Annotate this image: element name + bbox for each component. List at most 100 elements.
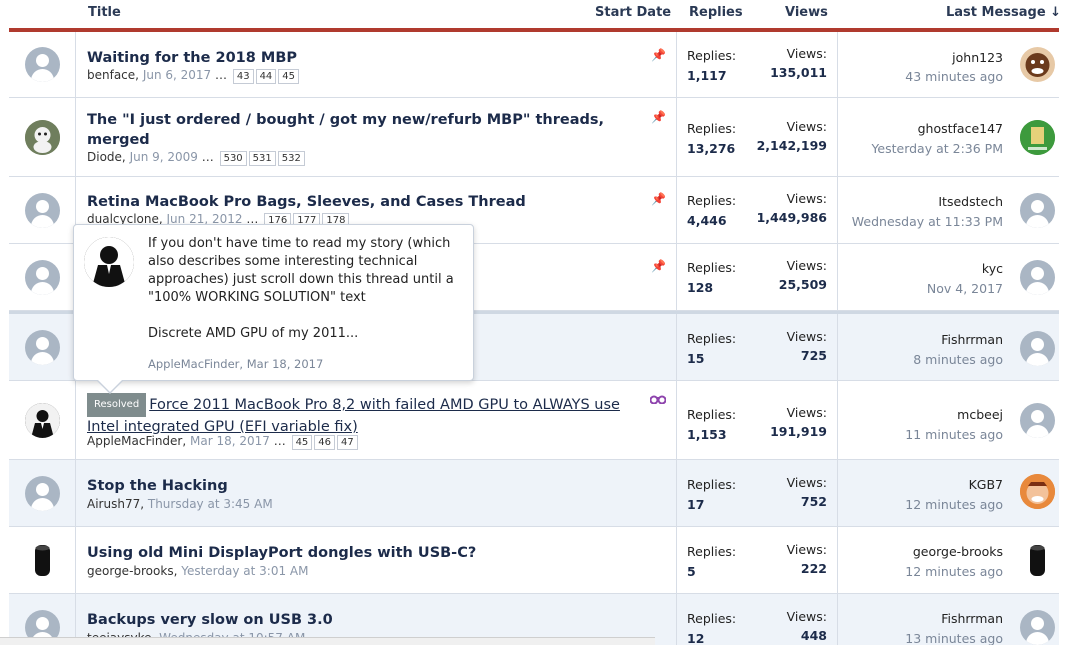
column-title-header[interactable]: Title: [88, 5, 121, 20]
replies-label: Replies:: [687, 121, 737, 136]
thread-preview-tooltip: If you don't have time to read my story …: [73, 224, 474, 381]
binoculars-icon[interactable]: [649, 393, 667, 407]
last-poster-avatar[interactable]: [1020, 543, 1055, 578]
replies-label: Replies:: [687, 477, 737, 492]
replies-count: 1,117: [687, 68, 727, 83]
avatar[interactable]: [25, 47, 60, 82]
thread-title[interactable]: Backups very slow on USB 3.0: [87, 610, 333, 630]
avatar[interactable]: [25, 330, 60, 365]
last-poster-avatar[interactable]: [1020, 474, 1055, 509]
thread-title-link[interactable]: Force 2011 MacBook Pro 8,2 with failed A…: [87, 397, 620, 435]
thread-date[interactable]: Thursday at 3:45 AM: [148, 497, 273, 511]
last-poster-avatar[interactable]: [1020, 403, 1055, 438]
thread-title[interactable]: Retina MacBook Pro Bags, Sleeves, and Ca…: [87, 192, 526, 212]
column-last-message-header[interactable]: Last Message ↓: [946, 5, 1061, 20]
last-post-time[interactable]: 8 minutes ago: [913, 352, 1003, 367]
thread-title[interactable]: Waiting for the 2018 MBP: [87, 48, 297, 68]
thread-date[interactable]: Mar 18, 2017: [190, 434, 270, 448]
thread-date[interactable]: Yesterday at 3:01 AM: [181, 564, 308, 578]
views-label: Views:: [786, 191, 827, 206]
views-label: Views:: [786, 475, 827, 490]
thread-date[interactable]: Jun 9, 2009: [130, 150, 198, 164]
thread-title[interactable]: Using old Mini DisplayPort dongles with …: [87, 543, 476, 563]
thread-meta: george-brooks, Yesterday at 3:01 AM: [87, 564, 309, 578]
last-post-time[interactable]: Yesterday at 2:36 PM: [871, 141, 1003, 156]
last-post-time[interactable]: 12 minutes ago: [905, 564, 1003, 579]
thread-author[interactable]: benface: [87, 68, 135, 82]
tooltip-arrow: [96, 379, 124, 394]
last-poster[interactable]: ghostface147: [918, 121, 1003, 136]
replies-label: Replies:: [687, 331, 737, 346]
thread-meta: benface, Jun 6, 2017 … 43 44 45: [87, 68, 300, 84]
page-link[interactable]: 45: [278, 69, 300, 84]
page-link[interactable]: 531: [248, 151, 276, 166]
thread-author[interactable]: george-brooks: [87, 564, 174, 578]
replies-label: Replies:: [687, 193, 737, 208]
column-start-date-header[interactable]: Start Date: [595, 5, 671, 20]
replies-count: 4,446: [687, 213, 727, 228]
column-views-header[interactable]: Views: [785, 5, 828, 20]
last-poster-avatar[interactable]: [1020, 47, 1055, 82]
thread-row: Using old Mini DisplayPort dongles with …: [9, 527, 1059, 594]
replies-count: 1,153: [687, 427, 727, 442]
thread-author[interactable]: AppleMacFinder: [87, 434, 182, 448]
last-poster[interactable]: KGB7: [969, 477, 1003, 492]
preview-author-avatar: [84, 237, 134, 287]
page-link[interactable]: 45: [291, 435, 313, 450]
browser-status-bar: [0, 637, 655, 645]
page-link[interactable]: 47: [337, 435, 358, 450]
last-post-time[interactable]: 12 minutes ago: [905, 497, 1003, 512]
thread-row: The "I just ordered / bought / got my ne…: [9, 98, 1059, 177]
last-poster-avatar[interactable]: [1020, 331, 1055, 366]
last-poster[interactable]: Fishrrman: [941, 611, 1003, 626]
last-poster-avatar[interactable]: [1020, 193, 1055, 228]
thread-title[interactable]: Stop the Hacking: [87, 476, 228, 496]
last-poster[interactable]: Fishrrman: [941, 332, 1003, 347]
page-link[interactable]: 532: [277, 151, 305, 166]
views-label: Views:: [786, 258, 827, 273]
thread-date[interactable]: Jun 6, 2017: [143, 68, 211, 82]
views-count: 191,919: [770, 424, 827, 439]
views-label: Views:: [786, 405, 827, 420]
last-post-time[interactable]: Nov 4, 2017: [927, 281, 1003, 296]
thread-title[interactable]: The "I just ordered / bought / got my ne…: [87, 110, 627, 150]
avatar[interactable]: [25, 120, 60, 155]
last-post-time[interactable]: 11 minutes ago: [905, 427, 1003, 442]
last-poster-avatar[interactable]: [1020, 610, 1055, 645]
last-post-time[interactable]: 13 minutes ago: [905, 631, 1003, 645]
last-poster-avatar[interactable]: [1020, 260, 1055, 295]
last-poster[interactable]: john123: [952, 50, 1003, 65]
column-replies-header[interactable]: Replies: [689, 5, 743, 20]
replies-count: 15: [687, 351, 705, 366]
replies-label: Replies:: [687, 407, 737, 422]
thread-title[interactable]: Resolved Force 2011 MacBook Pro 8,2 with …: [87, 393, 627, 437]
views-count: 2,142,199: [756, 138, 827, 153]
thread-author[interactable]: Airush77: [87, 497, 140, 511]
page-link[interactable]: 46: [314, 435, 336, 450]
resolved-prefix[interactable]: Resolved: [87, 393, 147, 417]
page-link[interactable]: 44: [255, 69, 277, 84]
avatar[interactable]: [25, 260, 60, 295]
views-count: 135,011: [770, 65, 827, 80]
last-poster[interactable]: kyc: [982, 261, 1003, 276]
views-label: Views:: [786, 46, 827, 61]
views-count: 222: [800, 561, 827, 576]
thread-author[interactable]: Diode: [87, 150, 122, 164]
last-poster-avatar[interactable]: [1020, 120, 1055, 155]
last-post-time[interactable]: 43 minutes ago: [905, 69, 1003, 84]
avatar[interactable]: [25, 403, 60, 438]
avatar[interactable]: [25, 193, 60, 228]
replies-count: 5: [687, 564, 696, 579]
avatar[interactable]: [25, 476, 60, 511]
thread-meta: Diode, Jun 9, 2009 … 530 531 532: [87, 150, 305, 166]
last-poster[interactable]: mcbeej: [957, 407, 1003, 422]
last-poster[interactable]: Itsedstech: [938, 194, 1003, 209]
views-label: Views:: [786, 329, 827, 344]
last-poster[interactable]: george-brooks: [913, 544, 1003, 559]
page-link[interactable]: 530: [219, 151, 247, 166]
preview-footer: AppleMacFinder, Mar 18, 2017: [148, 357, 324, 371]
last-post-time[interactable]: Wednesday at 11:33 PM: [852, 214, 1003, 229]
page-link[interactable]: 43: [232, 69, 254, 84]
avatar[interactable]: [25, 543, 60, 578]
thread-row: Resolved Force 2011 MacBook Pro 8,2 with …: [9, 381, 1059, 460]
